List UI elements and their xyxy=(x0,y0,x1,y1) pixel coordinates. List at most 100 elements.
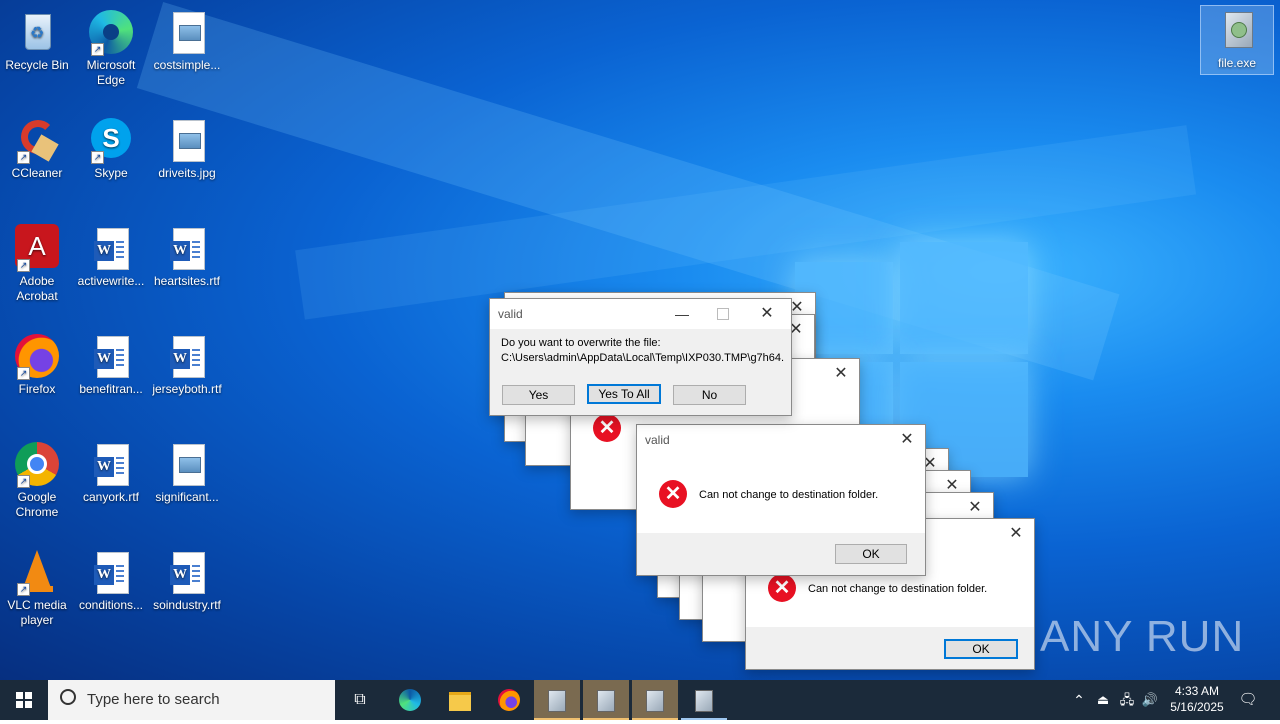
icon-label: Adobe Acrobat xyxy=(16,274,58,303)
task-view-icon[interactable]: ⧉ xyxy=(340,680,380,720)
edge-taskbar-icon[interactable] xyxy=(390,680,430,720)
desktop-icon-microsoft-edge[interactable]: ↗ Microsoft Edge xyxy=(74,8,148,88)
icon-label: VLC media player xyxy=(7,598,67,627)
image-file-icon xyxy=(163,116,211,164)
installer-icon xyxy=(1213,6,1261,54)
word-doc-icon: W xyxy=(163,224,211,272)
search-icon xyxy=(60,689,76,705)
chrome-icon: ↗ xyxy=(13,440,61,488)
icon-label: Recycle Bin xyxy=(5,58,69,72)
usb-icon[interactable]: ⏏ xyxy=(1094,680,1112,720)
icon-label: Google Chrome xyxy=(15,490,59,519)
installer-taskbar-icon[interactable] xyxy=(534,680,580,720)
icon-label: significant... xyxy=(155,490,219,504)
icon-label: Skype xyxy=(94,166,128,180)
icon-label: file.exe xyxy=(1217,56,1257,70)
icon-label: soindustry.rtf xyxy=(153,598,221,612)
notification-icon[interactable]: 🗨 xyxy=(1236,680,1260,720)
ccleaner-icon: ↗ xyxy=(13,116,61,164)
installer-taskbar-icon[interactable] xyxy=(632,680,678,720)
close-icon[interactable]: ✕ xyxy=(757,299,777,329)
icon-label: CCleaner xyxy=(11,166,63,180)
desktop-icon-ccleaner[interactable]: ↗ CCleaner xyxy=(0,116,74,181)
overwrite-dialog[interactable]: valid — ✕ Do you want to overwrite the f… xyxy=(489,298,792,416)
desktop-icon-conditions[interactable]: W conditions... xyxy=(74,548,148,613)
desktop-icon-jerseyboth[interactable]: W jerseyboth.rtf xyxy=(150,332,224,397)
image-file-icon xyxy=(163,440,211,488)
desktop-icon-heartsites[interactable]: W heartsites.rtf xyxy=(150,224,224,289)
network-icon[interactable]: 🖧 xyxy=(1118,680,1136,720)
icon-label: Firefox xyxy=(18,382,56,396)
maximize-icon xyxy=(717,308,729,320)
search-box[interactable]: Type here to search xyxy=(48,680,335,720)
minimize-icon[interactable]: — xyxy=(675,299,689,329)
installer-taskbar-icon[interactable] xyxy=(681,680,727,720)
close-icon[interactable]: ✕ xyxy=(897,425,917,455)
overwrite-question: Do you want to overwrite the file: xyxy=(501,337,661,349)
error-dialog[interactable]: valid ✕ ✕ Can not change to destination f… xyxy=(636,424,926,576)
clock-date: 5/16/2025 xyxy=(1170,700,1224,714)
error-icon: ✕ xyxy=(593,414,621,442)
ok-button[interactable]: OK xyxy=(944,639,1018,659)
desktop-icon-soindustry[interactable]: W soindustry.rtf xyxy=(150,548,224,613)
desktop-icon-benefitran[interactable]: W benefitran... xyxy=(74,332,148,397)
overwrite-path: C:\Users\admin\AppData\Local\Temp\IXP030… xyxy=(501,352,785,364)
desktop-icon-activewrite[interactable]: W activewrite... xyxy=(74,224,148,289)
watermark: ANY RUN xyxy=(1040,612,1245,661)
icon-label: canyork.rtf xyxy=(82,490,139,504)
error-message: Can not change to destination folder. xyxy=(699,489,879,501)
firefox-taskbar-icon[interactable] xyxy=(489,680,529,720)
icon-label: heartsites.rtf xyxy=(153,274,221,288)
image-file-icon xyxy=(163,8,211,56)
icon-label: Microsoft Edge xyxy=(86,58,136,87)
desktop-icon-driveits[interactable]: driveits.jpg xyxy=(150,116,224,181)
desktop-icon-canyork[interactable]: W canyork.rtf xyxy=(74,440,148,505)
close-icon[interactable]: ✕ xyxy=(831,359,851,389)
icon-label: costsimple... xyxy=(153,58,221,72)
yes-to-all-button[interactable]: Yes To All xyxy=(587,384,661,404)
error-icon: ✕ xyxy=(768,574,796,602)
firefox-icon: ↗ xyxy=(13,332,61,380)
recycle-bin-icon: ♻ xyxy=(13,8,61,56)
taskbar: Type here to search ⧉ ⌃ ⏏ 🖧 🔊 4:33 AM 5/… xyxy=(0,680,1280,720)
desktop-icon-significant[interactable]: significant... xyxy=(150,440,224,505)
close-icon[interactable]: ✕ xyxy=(1006,519,1026,549)
dialog-title: valid xyxy=(645,433,670,447)
icon-label: driveits.jpg xyxy=(158,166,216,180)
chevron-up-icon[interactable]: ⌃ xyxy=(1070,680,1088,720)
desktop-icon-firefox[interactable]: ↗ Firefox xyxy=(0,332,74,397)
clock[interactable]: 4:33 AM 5/16/2025 xyxy=(1162,683,1232,715)
acrobat-icon: A ↗ xyxy=(13,224,61,272)
skype-icon: S ↗ xyxy=(87,116,135,164)
desktop-icon-adobe-acrobat[interactable]: A ↗ Adobe Acrobat xyxy=(0,224,74,304)
vlc-icon: ↗ xyxy=(13,548,61,596)
search-placeholder: Type here to search xyxy=(87,691,220,708)
desktop-icon-google-chrome[interactable]: ↗ Google Chrome xyxy=(0,440,74,520)
yes-button[interactable]: Yes xyxy=(502,385,575,405)
word-doc-icon: W xyxy=(163,332,211,380)
error-message: Can not change to destination folder. xyxy=(808,583,988,595)
word-doc-icon: W xyxy=(87,332,135,380)
dialog-title: valid xyxy=(498,307,523,321)
word-doc-icon: W xyxy=(87,224,135,272)
icon-label: benefitran... xyxy=(79,382,143,396)
desktop-icon-vlc[interactable]: ↗ VLC media player xyxy=(0,548,74,628)
ok-button[interactable]: OK xyxy=(835,544,907,564)
desktop: ♻ Recycle Bin ↗ CCleaner A ↗ Adobe Acrob… xyxy=(0,0,1280,680)
windows-start-icon xyxy=(16,692,32,708)
desktop-icon-costsimple[interactable]: costsimple... xyxy=(150,8,224,73)
start-button[interactable] xyxy=(0,680,48,720)
icon-label: jerseyboth.rtf xyxy=(152,382,222,396)
desktop-icon-recycle-bin[interactable]: ♻ Recycle Bin xyxy=(0,8,74,73)
installer-taskbar-icon[interactable] xyxy=(583,680,629,720)
error-icon: ✕ xyxy=(659,480,687,508)
word-doc-icon: W xyxy=(163,548,211,596)
no-button[interactable]: No xyxy=(673,385,746,405)
desktop-icon-file-exe[interactable]: file.exe xyxy=(1200,5,1274,75)
clock-time: 4:33 AM xyxy=(1174,684,1220,698)
volume-icon[interactable]: 🔊 xyxy=(1141,680,1159,720)
edge-icon: ↗ xyxy=(87,8,135,56)
file-explorer-icon[interactable] xyxy=(440,680,480,720)
word-doc-icon: W xyxy=(87,548,135,596)
desktop-icon-skype[interactable]: S ↗ Skype xyxy=(74,116,148,181)
